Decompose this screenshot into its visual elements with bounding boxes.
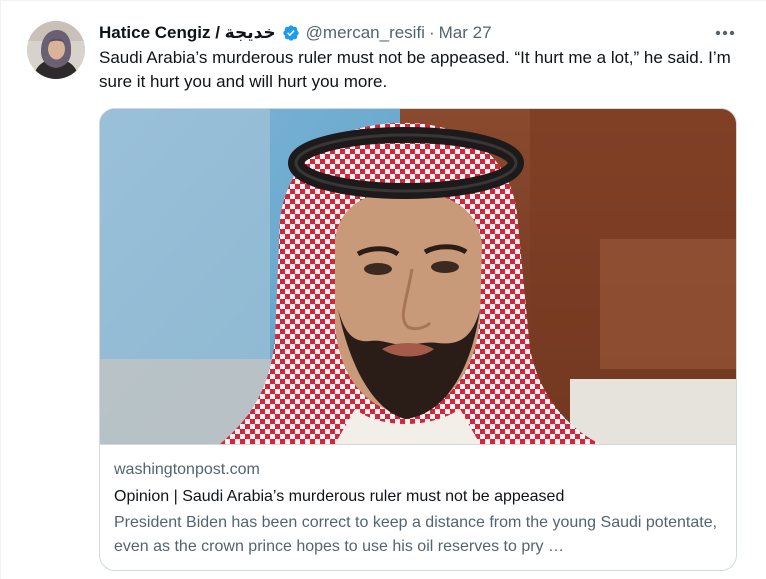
card-title[interactable]: Opinion | Saudi Arabia’s murderous ruler… xyxy=(114,486,720,508)
card-photo[interactable] xyxy=(100,109,736,444)
link-preview-card[interactable]: washingtonpost.com Opinion | Saudi Arabi… xyxy=(99,108,737,571)
card-divider xyxy=(100,444,736,445)
header-separator: · xyxy=(428,23,435,42)
card-meta: washingtonpost.com Opinion | Saudi Arabi… xyxy=(114,459,720,559)
card-description: President Biden has been correct to keep… xyxy=(114,514,718,555)
author-handle[interactable]: @mercan_resifi xyxy=(306,21,425,45)
ellipsis-icon xyxy=(715,30,735,36)
card-domain: washingtonpost.com xyxy=(114,461,260,478)
tweet-text: Saudi Arabia’s murderous ruler must not … xyxy=(99,48,731,91)
more-options-button[interactable] xyxy=(712,21,738,45)
author-display-name[interactable]: Hatice Cengiz / خديجة xyxy=(99,21,276,45)
tweet[interactable]: Hatice Cengiz / خديجة @mercan_resifi · M… xyxy=(0,0,766,579)
verified-badge-icon xyxy=(282,24,300,42)
author-avatar[interactable] xyxy=(27,21,85,79)
tweet-timestamp[interactable]: Mar 27 xyxy=(439,21,492,45)
tweet-header: Hatice Cengiz / خديجة @mercan_resifi · M… xyxy=(99,21,492,45)
